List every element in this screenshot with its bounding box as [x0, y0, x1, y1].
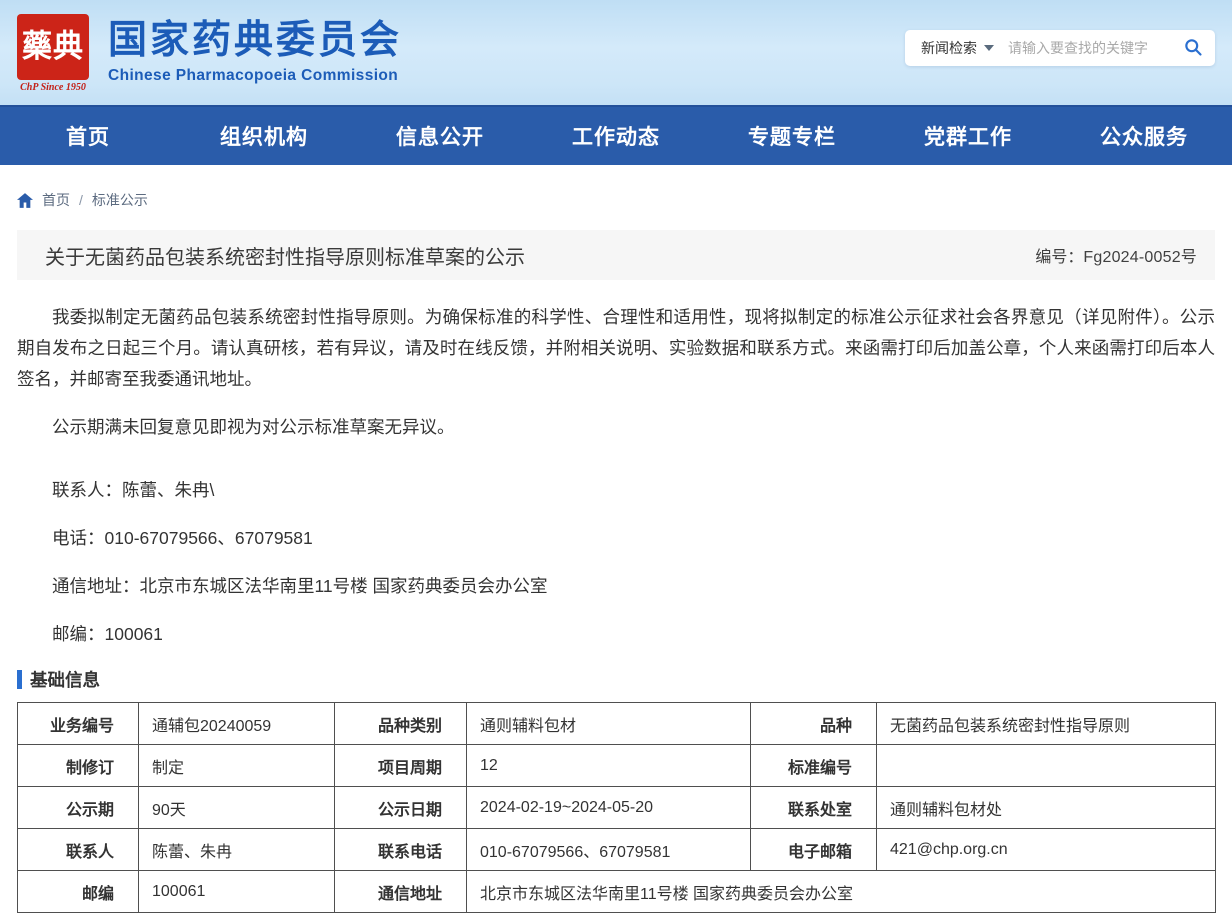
cell-label: 标准编号 — [751, 745, 877, 787]
search-input[interactable] — [1004, 40, 1177, 56]
cell-value: 010-67079566、67079581 — [467, 829, 751, 871]
phone-line: 电话：010-67079566、67079581 — [17, 523, 1215, 554]
nav-item-home[interactable]: 首页 — [0, 107, 176, 165]
search-button[interactable] — [1177, 37, 1215, 60]
section-accent-bar — [17, 670, 22, 689]
article-paragraph: 公示期满未回复意见即视为对公示标准草案无异议。 — [17, 412, 1215, 443]
cell-value: 北京市东城区法华南里11号楼 国家药典委员会办公室 — [467, 871, 1216, 913]
cell-value: 陈蕾、朱冉 — [139, 829, 335, 871]
chevron-down-icon — [984, 45, 994, 51]
cell-label: 制修订 — [18, 745, 139, 787]
seal-characters: 藥典 — [22, 31, 84, 63]
doc-number-value: Fg2024-0052号 — [1083, 249, 1197, 266]
cell-label: 联系人 — [18, 829, 139, 871]
site-logo[interactable]: 藥典 ChP Since 1950 — [12, 12, 94, 93]
nav-item-special-topics[interactable]: 专题专栏 — [704, 107, 880, 165]
chp-seal-icon: 藥典 — [17, 14, 89, 80]
contact-person-line: 联系人：陈蕾、朱冉\ — [17, 475, 1215, 506]
logo-caption: ChP Since 1950 — [12, 82, 94, 93]
nav-item-public-service[interactable]: 公众服务 — [1056, 107, 1232, 165]
breadcrumb-current[interactable]: 标准公示 — [92, 190, 148, 210]
article-title: 关于无菌药品包装系统密封性指导原则标准草案的公示 — [45, 241, 525, 270]
table-row: 联系人 陈蕾、朱冉 联系电话 010-67079566、67079581 电子邮… — [18, 829, 1216, 871]
search-category-dropdown[interactable]: 新闻检索 — [905, 38, 1004, 58]
cell-value: 100061 — [139, 871, 335, 913]
nav-item-info-disclosure[interactable]: 信息公开 — [352, 107, 528, 165]
cell-label: 邮编 — [18, 871, 139, 913]
main-nav: 首页 组织机构 信息公开 工作动态 专题专栏 党群工作 公众服务 — [0, 105, 1232, 165]
basic-info-table: 业务编号 通辅包20240059 品种类别 通则辅料包材 品种 无菌药品包装系统… — [17, 702, 1216, 913]
cell-label: 联系处室 — [751, 787, 877, 829]
article-body: 我委拟制定无菌药品包装系统密封性指导原则。为确保标准的科学性、合理性和适用性，现… — [17, 280, 1215, 650]
cell-value: 通则辅料包材处 — [877, 787, 1216, 829]
doc-number: 编号：Fg2024-0052号 — [1035, 243, 1197, 267]
nav-item-organization[interactable]: 组织机构 — [176, 107, 352, 165]
cell-value — [877, 745, 1216, 787]
mail-address-line: 通信地址：北京市东城区法华南里11号楼 国家药典委员会办公室 — [17, 571, 1215, 602]
cell-value: 无菌药品包装系统密封性指导原则 — [877, 703, 1216, 745]
search-category-label: 新闻检索 — [921, 38, 977, 58]
breadcrumb-separator: / — [79, 192, 83, 208]
breadcrumb: 首页 / 标准公示 — [0, 165, 1232, 225]
site-title: 国家药典委员会 — [108, 20, 402, 63]
table-row: 业务编号 通辅包20240059 品种类别 通则辅料包材 品种 无菌药品包装系统… — [18, 703, 1216, 745]
cell-label: 公示日期 — [335, 787, 467, 829]
postal-code-line: 邮编：100061 — [17, 619, 1215, 650]
cell-value: 421@chp.org.cn — [877, 829, 1216, 871]
cell-value: 通则辅料包材 — [467, 703, 751, 745]
cell-value: 制定 — [139, 745, 335, 787]
breadcrumb-home[interactable]: 首页 — [42, 190, 70, 210]
main-content: 关于无菌药品包装系统密封性指导原则标准草案的公示 编号：Fg2024-0052号… — [0, 230, 1232, 913]
search-icon — [1183, 37, 1203, 60]
table-row: 邮编 100061 通信地址 北京市东城区法华南里11号楼 国家药典委员会办公室 — [18, 871, 1216, 913]
table-row: 公示期 90天 公示日期 2024-02-19~2024-05-20 联系处室 … — [18, 787, 1216, 829]
cell-label: 通信地址 — [335, 871, 467, 913]
section-title: 基础信息 — [30, 667, 100, 692]
cell-label: 联系电话 — [335, 829, 467, 871]
cell-label: 公示期 — [18, 787, 139, 829]
search-bar: 新闻检索 — [905, 30, 1215, 66]
nav-item-party-work[interactable]: 党群工作 — [880, 107, 1056, 165]
cell-label: 项目周期 — [335, 745, 467, 787]
article-paragraph: 我委拟制定无菌药品包装系统密封性指导原则。为确保标准的科学性、合理性和适用性，现… — [17, 302, 1215, 395]
cell-value: 90天 — [139, 787, 335, 829]
cell-label: 电子邮箱 — [751, 829, 877, 871]
nav-item-work-updates[interactable]: 工作动态 — [528, 107, 704, 165]
site-subtitle: Chinese Pharmacopoeia Commission — [108, 67, 402, 85]
article-title-bar: 关于无菌药品包装系统密封性指导原则标准草案的公示 编号：Fg2024-0052号 — [17, 230, 1215, 280]
site-header: 藥典 ChP Since 1950 国家药典委员会 Chinese Pharma… — [0, 0, 1232, 105]
doc-number-label: 编号： — [1035, 249, 1083, 266]
cell-value: 通辅包20240059 — [139, 703, 335, 745]
home-icon[interactable] — [17, 193, 33, 208]
cell-label: 品种 — [751, 703, 877, 745]
table-row: 制修订 制定 项目周期 12 标准编号 — [18, 745, 1216, 787]
basic-info-section-header: 基础信息 — [17, 667, 1215, 692]
site-titles: 国家药典委员会 Chinese Pharmacopoeia Commission — [108, 20, 402, 85]
cell-label: 业务编号 — [18, 703, 139, 745]
cell-value: 2024-02-19~2024-05-20 — [467, 787, 751, 829]
cell-label: 品种类别 — [335, 703, 467, 745]
cell-value: 12 — [467, 745, 751, 787]
